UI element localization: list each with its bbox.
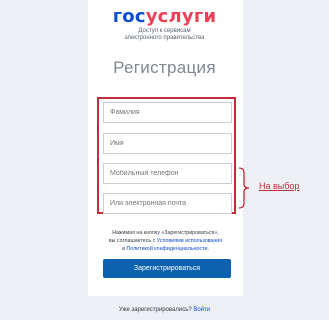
tagline: Доступ к сервисам электронного правитель… — [0, 28, 329, 42]
annotation-callout: На выбор — [259, 181, 300, 191]
consent-text: Нажимая на кнопку «Зарегистрироваться», … — [96, 229, 235, 253]
consent-line-2: вы соглашаетесь с Условиями использовани… — [96, 237, 235, 245]
terms-link[interactable]: Условиями использования — [157, 238, 222, 244]
register-button[interactable]: Зарегистрироваться — [103, 259, 231, 278]
tagline-line-2: электронного правительства — [124, 35, 205, 41]
mobile-phone-field[interactable] — [103, 163, 232, 184]
page-title: Регистрация — [113, 58, 216, 77]
tagline-line-1: Доступ к сервисам — [138, 28, 191, 34]
annotation-bracket — [238, 167, 250, 209]
last-name-field[interactable] — [103, 102, 232, 123]
consent-line-1: Нажимая на кнопку «Зарегистрироваться», — [112, 230, 219, 236]
footer: Уже зарегистрировались? Войти — [0, 307, 329, 313]
logo-part-red: услуги — [145, 6, 217, 27]
email-field[interactable] — [103, 193, 232, 214]
logo-part-blue: гос — [112, 6, 146, 27]
consent-end: . — [207, 246, 209, 252]
privacy-link[interactable]: Политикой конфиденциальности — [126, 246, 207, 252]
login-link[interactable]: Войти — [193, 307, 210, 313]
gosuslugi-logo[interactable]: госуслуги — [0, 7, 329, 27]
footer-question: Уже зарегистрировались? — [118, 307, 192, 313]
consent-line-3: и Политикой конфиденциальности. — [96, 245, 235, 253]
first-name-field[interactable] — [103, 133, 232, 154]
consent-prefix: вы соглашаетесь с — [108, 238, 157, 244]
